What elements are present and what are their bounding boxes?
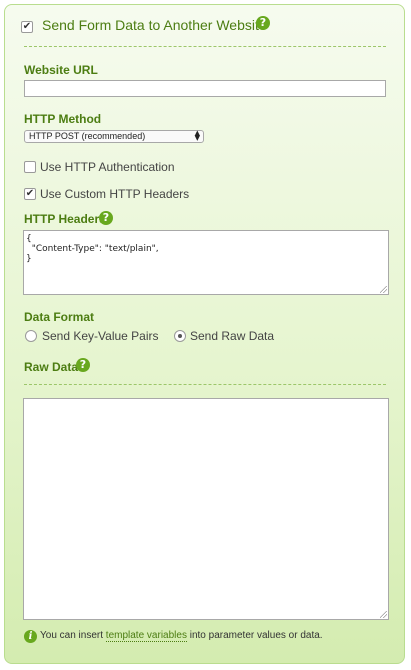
info-icon: i	[24, 630, 37, 643]
website-url-input[interactable]	[24, 80, 386, 97]
section-title: Send Form Data to Another Website	[42, 17, 267, 33]
http-method-label: HTTP Method	[24, 112, 102, 126]
custom-headers-label: Use Custom HTTP Headers	[40, 187, 190, 201]
header-divider	[24, 46, 386, 47]
template-variables-link[interactable]: template variables	[105, 630, 187, 642]
key-value-label: Send Key-Value Pairs	[42, 329, 159, 343]
send-form-data-checkbox[interactable]: ✔	[21, 21, 33, 33]
resize-grip-icon[interactable]	[380, 286, 387, 293]
http-method-selected-value: HTTP POST (recommended)	[29, 131, 146, 141]
help-icon[interactable]: ?	[99, 211, 113, 225]
raw-data-textarea[interactable]	[23, 398, 389, 620]
help-icon[interactable]: ?	[256, 16, 270, 30]
footer-note: You can insert template variables into p…	[40, 630, 323, 642]
footer-text-after: into parameter values or data.	[186, 630, 323, 641]
raw-data-label: Raw Data	[24, 360, 79, 374]
raw-data-radio-label: Send Raw Data	[190, 329, 275, 343]
http-auth-checkbox[interactable]	[24, 161, 36, 173]
help-icon[interactable]: ?	[76, 358, 90, 372]
select-arrows-icon: ▲ ▼	[194, 129, 200, 142]
data-format-label: Data Format	[24, 310, 95, 324]
raw-data-radio[interactable]	[174, 330, 186, 342]
website-url-label: Website URL	[24, 63, 98, 77]
key-value-radio[interactable]	[25, 330, 37, 342]
http-auth-label: Use HTTP Authentication	[40, 160, 175, 174]
raw-data-divider	[24, 384, 386, 385]
http-headers-label: HTTP Headers	[24, 212, 106, 226]
footer-text-before: You can insert	[40, 630, 106, 641]
custom-headers-checkbox[interactable]: ✔	[24, 188, 36, 200]
http-method-select[interactable]: HTTP POST (recommended) ▲ ▼	[24, 130, 204, 143]
resize-grip-icon[interactable]	[380, 611, 387, 618]
http-headers-textarea[interactable]: { "Content-Type": "text/plain", }	[23, 230, 389, 295]
